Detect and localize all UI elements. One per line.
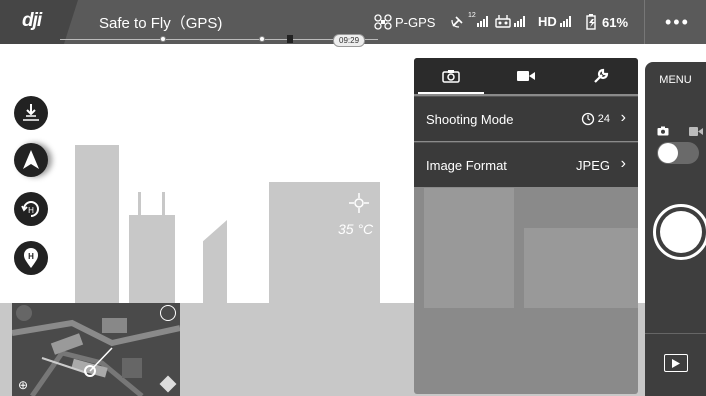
background-building (424, 188, 514, 308)
return-to-home-button[interactable]: H (14, 192, 48, 226)
hd-label: HD (538, 14, 557, 29)
aircraft-gps-status[interactable]: P-GPS (374, 14, 435, 30)
home-marker-icon (287, 35, 293, 43)
timer-icon (581, 112, 594, 126)
building (203, 220, 227, 305)
photo-video-toggle[interactable] (657, 142, 699, 164)
tab-photo[interactable] (414, 58, 488, 94)
dji-logo[interactable]: dji (22, 10, 42, 32)
playback-button[interactable] (664, 354, 688, 372)
battery-icon (586, 14, 596, 30)
building (129, 215, 175, 305)
satellite-icon (451, 16, 463, 28)
satellite-map-image (12, 303, 180, 396)
signal-bars-icon (514, 15, 525, 27)
satellite-count: 12 (468, 11, 476, 19)
video-icon (689, 127, 703, 136)
camera-icon (442, 70, 460, 83)
building (75, 145, 119, 305)
battery-percent: 61% (602, 14, 629, 30)
divider (645, 333, 706, 334)
camera-control-panel: MENU (645, 62, 706, 396)
map-target-icon[interactable] (160, 305, 176, 321)
shooting-mode-row[interactable]: Shooting Mode 24 › (414, 96, 638, 141)
flight-time-badge: 09:29 (333, 34, 366, 47)
shutter-inner (660, 211, 702, 253)
shooting-mode-label: Shooting Mode (426, 112, 514, 127)
compass-icon[interactable] (16, 305, 32, 321)
flight-status[interactable]: Safe to Fly（GPS) (99, 12, 222, 33)
hd-video-signal[interactable]: HD (538, 14, 571, 29)
active-tab-indicator (418, 92, 484, 94)
flight-timeline (60, 39, 378, 40)
shooting-mode-value: 24 (581, 112, 610, 126)
intelligent-flight-button[interactable] (14, 143, 48, 177)
antenna (138, 192, 141, 216)
takeoff-icon (23, 104, 39, 121)
home-point-button[interactable]: H (14, 241, 48, 275)
background-building (524, 228, 638, 308)
camera-icon (657, 126, 669, 136)
menu-button[interactable]: MENU (645, 74, 706, 86)
chevron-right-icon: › (620, 109, 626, 126)
home-point-icon: H (24, 248, 38, 268)
zoom-icon[interactable]: ⊕ (18, 378, 28, 392)
more-menu-button[interactable]: ••• (644, 0, 706, 44)
image-format-value: JPEG (576, 158, 610, 173)
remote-controller-signal[interactable] (495, 14, 525, 28)
antenna (162, 192, 165, 216)
image-format-row[interactable]: Image Format JPEG › (414, 142, 638, 187)
signal-bars-icon (476, 15, 488, 27)
temperature-reading: 35 °C (338, 221, 374, 237)
wrench-icon (594, 68, 609, 83)
satellite-status[interactable]: 12 (451, 11, 488, 28)
navigation-arrow-icon (23, 150, 39, 169)
svg-text:H: H (28, 206, 34, 215)
signal-bars-icon (559, 16, 571, 27)
gps-mode-label: P-GPS (395, 14, 436, 30)
more-icon: ••• (665, 12, 690, 32)
play-icon (672, 358, 680, 368)
camera-settings-panel: Shooting Mode 24 › Image Format JPEG › (414, 58, 638, 394)
timeline-marker (259, 36, 265, 42)
remote-controller-icon (495, 15, 511, 28)
crosshair-icon[interactable] (349, 193, 369, 213)
shutter-button[interactable] (653, 204, 706, 260)
return-home-icon: H (21, 201, 39, 217)
timeline-marker (160, 36, 166, 42)
toggle-knob (658, 143, 678, 163)
chevron-right-icon: › (620, 155, 626, 172)
auto-takeoff-button[interactable] (14, 96, 48, 130)
video-icon (517, 71, 535, 81)
tab-video[interactable] (489, 58, 563, 94)
battery-status[interactable]: 61% (585, 14, 628, 30)
drone-icon (374, 14, 392, 30)
image-format-label: Image Format (426, 158, 507, 173)
tab-settings[interactable] (564, 58, 638, 94)
svg-text:H: H (28, 252, 34, 261)
mini-map[interactable]: ⊕ (12, 303, 180, 396)
